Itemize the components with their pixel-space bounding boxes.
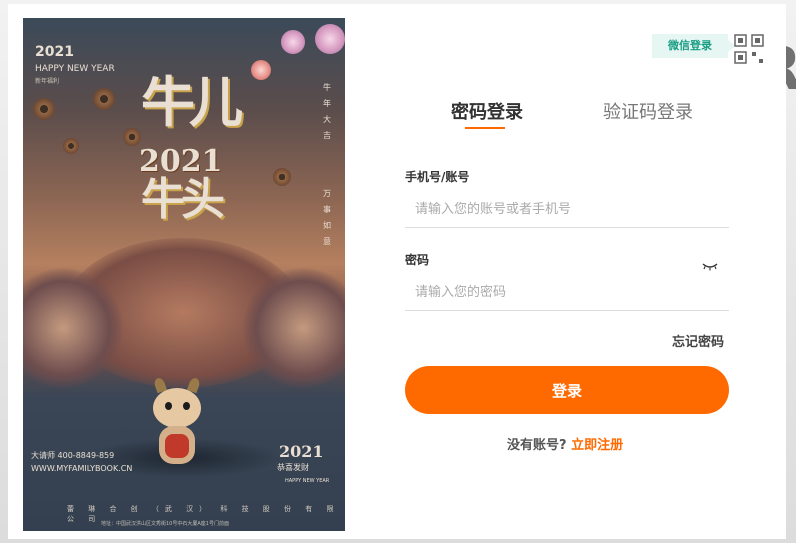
eye-closed-icon[interactable] [701,261,719,271]
password-label: 密码 [405,253,430,267]
ox-mascot-illustration [147,376,207,478]
poster-badge-sub: HAPPY NEW YEAR [285,478,330,484]
wechat-login-tip[interactable]: 微信登录 [652,34,736,58]
forgot-password-link[interactable]: 忘记密码 [672,331,724,350]
account-label: 手机号/账号 [405,170,470,184]
poster-headline-bottom: 牛头 [141,174,225,225]
signup-prompt: 没有账号? 立即注册 [507,434,623,453]
poster-subtitle: 新年福利 [35,78,60,85]
coin-decoration [273,168,291,186]
flower-decoration [281,30,305,54]
coin-decoration [33,98,55,120]
promo-poster: 2021 HAPPY NEW YEAR 新年福利 牛儿 2021 牛头 牛年 大… [23,18,345,531]
poster-year: 2021 [35,44,74,60]
poster-greeting: HAPPY NEW YEAR [35,64,115,74]
poster-url: WWW.MYFAMILYBOOK.CN [31,464,133,473]
coin-decoration [63,138,79,154]
qr-code-icon[interactable] [734,34,764,64]
poster-badge-text: 恭喜发财 [277,463,309,472]
password-input[interactable] [405,275,729,311]
register-link[interactable]: 立即注册 [571,438,623,453]
flower-decoration [315,24,345,54]
tab-password-login[interactable]: 密码登录 [451,98,523,124]
poster-vertical-text-1: 牛年 大吉 [323,83,331,140]
login-button[interactable]: 登录 [405,366,729,414]
flower-decoration [251,60,271,80]
poster-hotline: 大请师 400-8849-859 [31,451,115,460]
coin-decoration [93,88,115,110]
login-card: 2021 HAPPY NEW YEAR 新年福利 牛儿 2021 牛头 牛年 大… [8,4,786,539]
no-account-text: 没有账号? [507,438,567,453]
active-tab-indicator [465,127,505,129]
tab-code-login[interactable]: 验证码登录 [603,98,693,124]
poster-headline-top: 牛儿 [141,71,243,134]
poster-badge-year: 2021 [279,442,324,461]
account-input[interactable] [405,192,729,228]
poster-address: 地址：中国武汉洪山区文秀街10号中石大厦A座1号门前面 [101,521,229,527]
poster-vertical-text-2: 万事 如意 [323,189,331,246]
